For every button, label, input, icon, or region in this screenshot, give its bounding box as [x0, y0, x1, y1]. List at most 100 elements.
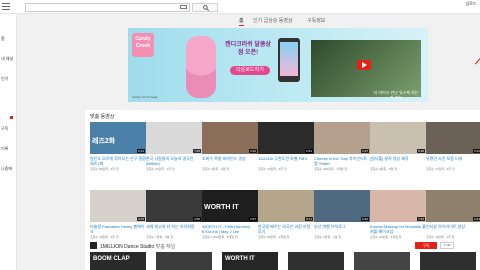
channel-video-thumbnail[interactable] [288, 252, 344, 270]
video-thumbnail[interactable]: 8:11 [258, 190, 314, 222]
video-title[interactable]: WORTH IT - Fifth Harmony ft.Kid Ink | Ma… [202, 224, 258, 234]
video-title[interactable]: 한국말 배우는 외국인 과정 리얼 후기 [258, 224, 314, 234]
banner-video[interactable]: 지 마이크 만난 유스케 하는거 가능 [311, 40, 421, 100]
video-duration: 3:12 [473, 149, 480, 153]
video-title[interactable]: 유명인 사진 모음 티저 [426, 156, 480, 161]
channel-video-thumbnail[interactable] [420, 252, 476, 270]
sidebar: 홈 내 채널 인기 구독 기록 나중에 [0, 14, 17, 270]
video-thumbnail[interactable]: 레즈2화 2:14 [90, 122, 146, 154]
upload-button[interactable]: 업로드 [464, 1, 478, 7]
video-thumbnail[interactable]: 4:32 [202, 122, 258, 154]
tab-subscriptions[interactable]: 구독정보 [307, 17, 325, 24]
banner-footer: Candy Crush Saga [132, 95, 158, 99]
tab-trending[interactable]: 인기 급상승 동영상 [253, 17, 293, 24]
channel-video-thumbnail[interactable]: WORTH IT [222, 252, 278, 270]
video-card[interactable]: WORTH IT 3:27 WORTH IT - Fifth Harmony ft.… [202, 190, 258, 244]
video-thumbnail[interactable]: 6:05 [90, 190, 146, 222]
search-button[interactable] [192, 3, 218, 12]
thumbnail-text: WORTH IT [204, 204, 239, 211]
sidebar-item-trending[interactable]: 인기 [0, 76, 16, 86]
video-meta: 조회수 12만회 · 3주 전 [258, 167, 287, 171]
video-title[interactable]: [원더풀] 뮤직 영상 제작 [370, 156, 426, 161]
keyboard-icon[interactable] [180, 5, 187, 9]
video-card[interactable]: 2:44 인터뷰 하이라이트 영상 조회수 11만회 · 1주 전 [426, 190, 480, 244]
video-thumbnail[interactable]: 9:40 [314, 190, 370, 222]
video-thumbnail[interactable]: WORTH IT 3:27 [202, 190, 258, 222]
video-card[interactable]: 6:05 미슐랭 Pancakes Honey 팬케이크 조회수 40만회 · 3주… [90, 190, 146, 244]
video-title[interactable]: 세계 최고의 타 쉬는 어치처럼 [146, 224, 202, 229]
menu-icon[interactable] [2, 3, 10, 10]
video-duration: 8:11 [305, 217, 313, 221]
tab-home[interactable]: 홈 [239, 17, 244, 26]
channel-name[interactable]: 1MILLION Dance Studio 맞춤 채널 [100, 243, 175, 250]
channel-shelf: 1MILLION Dance Studio 맞춤 채널 구독 2.1M BOOM… [85, 239, 480, 270]
subscriber-count: 2.1M [440, 242, 454, 249]
video-title[interactable]: 한국 사람들의 오늘의 영국인 (British) [146, 156, 202, 166]
video-title[interactable]: 조회수 폭발 비하인드 영상 [202, 156, 258, 161]
video-meta: 조회수 8만회 · 5일 전 [370, 167, 397, 171]
video-thumbnail[interactable]: 1:37 [314, 122, 370, 154]
video-card[interactable]: 4:50 세계 최고의 타 쉬는 어치처럼 조회수 7만회 · 6일 전 [146, 190, 202, 244]
video-card[interactable]: 4:32 조회수 폭발 비하인드 영상조회수 5만회 · 2일 전 [202, 122, 258, 176]
sidebar-item-home[interactable]: 홈 [0, 36, 16, 46]
search-input[interactable] [25, 3, 190, 12]
video-duration: 3:27 [249, 217, 257, 221]
video-thumbnail[interactable]: 7:05 [146, 122, 202, 154]
video-title[interactable]: 111111th 무한도전 특별 FMX [258, 156, 314, 161]
video-title[interactable]: 부산 여행 브이로그 [314, 224, 370, 229]
channel-avatar[interactable] [90, 242, 97, 249]
video-duration: 6:05 [137, 217, 145, 221]
video-meta: 조회수 31만회 · 1주 전 [146, 167, 175, 171]
video-title[interactable]: 원인도 모르게 찾아오는 안구 질환 레즈2화 [90, 156, 146, 166]
video-thumbnail[interactable]: 7:22 [370, 190, 426, 222]
video-thumbnail[interactable]: 2:44 [426, 190, 480, 222]
video-duration: 2:51 [305, 149, 313, 153]
video-title[interactable]: Korean Makeup for Monolids 홑꺼풀 메이크업 [370, 224, 426, 234]
video-meta: 조회수 5만회 · 2일 전 [202, 167, 229, 171]
video-title[interactable]: 미슐랭 Pancakes Honey 팬케이크 [90, 224, 146, 234]
subscribe-button[interactable]: 구독 [415, 242, 437, 249]
channel-video-thumbnail[interactable] [354, 252, 410, 270]
top-bar: 업로드 [0, 0, 480, 14]
live-indicator [10, 116, 13, 119]
video-card[interactable]: 2:51 111111th 무한도전 특별 FMX 조회수 12만회 · 3주 전 [258, 122, 314, 176]
video-card[interactable]: 9:40 부산 여행 브이로그 조회수 2만회 · 1일 전 [314, 190, 370, 244]
video-card[interactable]: 3:12 유명인 사진 모음 티저조회수 17만회 · 2주 전 [426, 122, 480, 176]
channel-video-thumbnail[interactable] [156, 252, 212, 270]
sidebar-item-history[interactable]: 기록 [0, 146, 16, 156]
video-thumbnail[interactable]: 3:12 [426, 122, 480, 154]
banner-title: 캔디크러쉬 달콤상점 오픈! [225, 42, 271, 56]
video-card[interactable]: 1:37 Cheese in the Trap 치즈인더트랩 Trailer 조회수… [314, 122, 370, 176]
video-meta: 조회수 320만회 · 1개월 전 [314, 167, 348, 171]
video-meta: 조회수 17만회 · 2주 전 [426, 167, 455, 171]
channel-thumbs: BOOM CLAP WORTH IT [90, 252, 480, 270]
channel-video-thumbnail[interactable]: BOOM CLAP [90, 252, 146, 270]
video-card[interactable]: 레즈2화 2:14 원인도 모르게 찾아오는 안구 질환 레즈2화 조회수 82만회 … [90, 122, 146, 176]
video-duration: 5:48 [417, 149, 425, 153]
banner-caption: 지 마이크 만난 유스케 하는거 가능 [373, 90, 419, 100]
video-card[interactable]: 7:22 Korean Makeup for Monolids 홑꺼풀 메이크업 조… [370, 190, 426, 244]
video-title[interactable]: 인터뷰 하이라이트 영상 [426, 224, 480, 229]
video-duration: 1:37 [361, 149, 369, 153]
video-thumbnail[interactable]: 4:50 [146, 190, 202, 222]
sidebar-item-my-channel[interactable]: 내 채널 [0, 56, 16, 66]
sidebar-item-watch-later[interactable]: 나중에 [0, 166, 16, 176]
section-title: 맞춤 동영상 [90, 114, 115, 120]
ad-banner[interactable]: Candy Crush 캔디크러쉬 달콤상점 오픈! 다운로드하기 지 마이크 … [128, 28, 428, 102]
video-duration: 4:32 [249, 149, 257, 153]
video-duration: 2:44 [473, 217, 480, 221]
video-meta: 조회수 82만회 · 4주 전 [90, 167, 119, 171]
video-duration: 7:22 [417, 217, 425, 221]
thumbnail-text: BOOM CLAP [93, 256, 130, 262]
play-icon[interactable] [357, 60, 371, 70]
main-content: Candy Crush 캔디크러쉬 달콤상점 오픈! 다운로드하기 지 마이크 … [85, 28, 480, 270]
download-button[interactable]: 다운로드하기 [230, 66, 270, 75]
sidebar-item-subscriptions[interactable]: 구독 [0, 126, 16, 136]
video-thumbnail[interactable]: 5:48 [370, 122, 426, 154]
video-title[interactable]: Cheese in the Trap 치즈인더트랩 Trailer [314, 156, 370, 166]
video-thumbnail[interactable]: 2:51 [258, 122, 314, 154]
video-card[interactable]: 5:48 [원더풀] 뮤직 영상 제작조회수 8만회 · 5일 전 [370, 122, 426, 176]
video-card[interactable]: 7:05 한국 사람들의 오늘의 영국인 (British) 조회수 31만회 · … [146, 122, 202, 176]
video-card[interactable]: 8:11 한국말 배우는 외국인 과정 리얼 후기 조회수 90만회 · 2개월 전 [258, 190, 314, 244]
video-duration: 7:05 [193, 149, 201, 153]
